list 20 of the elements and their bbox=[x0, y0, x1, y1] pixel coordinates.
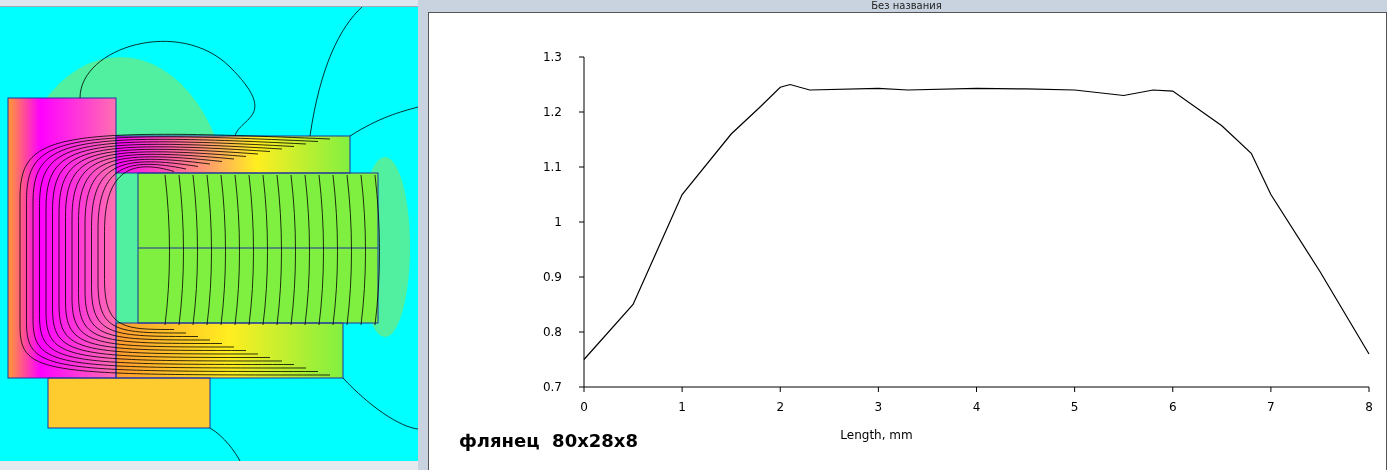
x-tick-label: 2 bbox=[776, 400, 785, 414]
y-tick-label: 0.9 bbox=[542, 270, 562, 284]
x-tick-label: 5 bbox=[1070, 400, 1079, 414]
window-splitter[interactable] bbox=[418, 0, 426, 470]
x-tick-label: 7 bbox=[1267, 400, 1275, 414]
y-tick-label: 1.1 bbox=[542, 160, 562, 174]
y-tick-label: 1.3 bbox=[542, 50, 562, 64]
x-tick-label: 8 bbox=[1365, 400, 1373, 414]
x-axis-label: Length, mm bbox=[840, 428, 913, 442]
y-tick-label: 0.8 bbox=[542, 325, 562, 339]
window-title: Без названия bbox=[871, 0, 942, 12]
x-tick-label: 1 bbox=[678, 400, 686, 414]
x-tick-label: 6 bbox=[1168, 400, 1177, 414]
y-tick-label: 1 bbox=[554, 215, 562, 229]
x-tick-label: 0 bbox=[580, 400, 588, 414]
x-tick-label: 4 bbox=[972, 400, 981, 414]
y-tick-label: 1.2 bbox=[542, 105, 562, 119]
x-tick-label: 3 bbox=[874, 400, 883, 414]
plot-caption: флянец 80x28x8 bbox=[459, 430, 638, 451]
y-tick-label: 0.7 bbox=[542, 380, 562, 394]
